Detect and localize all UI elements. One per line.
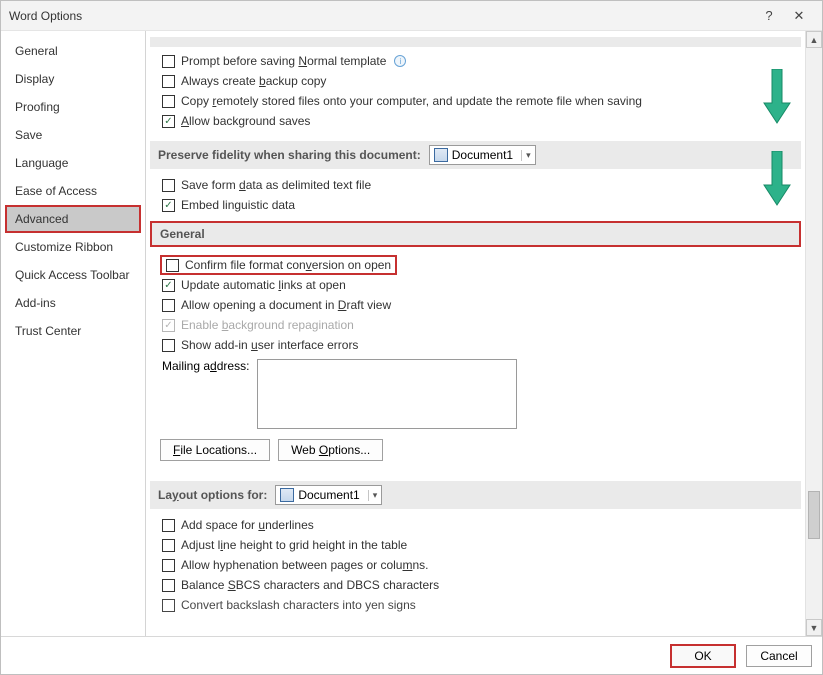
scroll-down-icon[interactable]: ▼ <box>806 619 822 636</box>
scroll-thumb[interactable] <box>808 491 820 539</box>
sidebar-item-trust-center[interactable]: Trust Center <box>5 317 141 345</box>
opt-bg-repagination: ✓ Enable background repagination <box>150 315 801 335</box>
opt-label: Show add-in user interface errors <box>181 338 358 352</box>
opt-update-links[interactable]: ✓ Update automatic links at open <box>150 275 801 295</box>
checkbox-icon[interactable] <box>166 259 179 272</box>
opt-bg-saves[interactable]: ✓ Allow background saves <box>150 111 801 131</box>
opt-label: Add space for underlines <box>181 518 314 532</box>
opt-balance-sbcs[interactable]: Balance SBCS characters and DBCS charact… <box>150 575 801 595</box>
web-options-button[interactable]: Web Options... <box>278 439 383 461</box>
opt-prompt-normal[interactable]: Prompt before saving Normal template i <box>150 51 801 71</box>
sidebar-item-advanced[interactable]: Advanced <box>5 205 141 233</box>
preserve-label: Preserve fidelity when sharing this docu… <box>158 148 421 162</box>
sidebar-item-general[interactable]: General <box>5 37 141 65</box>
opt-embed-ling[interactable]: ✓ Embed linguistic data <box>150 195 801 215</box>
chevron-down-icon: ▾ <box>521 150 531 161</box>
sidebar-item-quick-access-toolbar[interactable]: Quick Access Toolbar <box>5 261 141 289</box>
window-title: Word Options <box>9 9 754 23</box>
opt-label: Convert backslash characters into yen si… <box>181 598 416 612</box>
opt-label: Save form data as delimited text file <box>181 178 371 192</box>
checkbox-icon[interactable] <box>162 95 175 108</box>
sidebar-item-save[interactable]: Save <box>5 121 141 149</box>
opt-addin-errors[interactable]: Show add-in user interface errors <box>150 335 801 355</box>
opt-label: Enable background repagination <box>181 318 354 332</box>
checkbox-icon[interactable]: ✓ <box>162 199 175 212</box>
mailing-label: Mailing address: <box>162 359 249 373</box>
sidebar-item-language[interactable]: Language <box>5 149 141 177</box>
help-icon[interactable]: ? <box>754 8 784 23</box>
checkbox-icon[interactable] <box>162 579 175 592</box>
opt-label: Confirm file format conversion on open <box>185 258 391 272</box>
section-layout-options: Layout options for: Document1 ▾ <box>150 481 801 509</box>
dialog-footer: OK Cancel <box>1 636 822 674</box>
checkbox-icon[interactable] <box>162 55 175 68</box>
section-general: General <box>150 221 801 247</box>
opt-label: Allow hyphenation between pages or colum… <box>181 558 429 572</box>
scroll-up-icon[interactable]: ▲ <box>806 31 822 48</box>
cancel-button[interactable]: Cancel <box>746 645 812 667</box>
close-icon[interactable]: ✕ <box>784 8 814 24</box>
sidebar-item-customize-ribbon[interactable]: Customize Ribbon <box>5 233 141 261</box>
document-icon <box>280 488 294 502</box>
opt-label: Always create backup copy <box>181 74 326 88</box>
opt-label: Allow opening a document in Draft view <box>181 298 391 312</box>
checkbox-icon[interactable] <box>162 539 175 552</box>
annotation-arrow-icon <box>762 69 792 125</box>
checkbox-icon[interactable] <box>162 299 175 312</box>
sidebar-item-ease-of-access[interactable]: Ease of Access <box>5 177 141 205</box>
checkbox-icon[interactable] <box>162 519 175 532</box>
opt-copy-remote[interactable]: Copy remotely stored files onto your com… <box>150 91 801 111</box>
opt-allow-hyphenation[interactable]: Allow hyphenation between pages or colum… <box>150 555 801 575</box>
section-preserve-fidelity: Preserve fidelity when sharing this docu… <box>150 141 801 169</box>
opt-label: Allow background saves <box>181 114 310 128</box>
opt-label: Update automatic links at open <box>181 278 346 292</box>
sidebar-item-proofing[interactable]: Proofing <box>5 93 141 121</box>
layout-doc-dropdown[interactable]: Document1 ▾ <box>275 485 382 505</box>
opt-label: Prompt before saving Normal template <box>181 54 386 68</box>
checkbox-icon[interactable]: ✓ <box>162 115 175 128</box>
content-area: Prompt before saving Normal template i A… <box>146 31 805 636</box>
opt-confirm-conversion[interactable]: Confirm file format conversion on open <box>160 255 397 275</box>
scrollbar[interactable]: ▲ ▼ <box>805 31 822 636</box>
sidebar-item-display[interactable]: Display <box>5 65 141 93</box>
mailing-address-row: Mailing address: <box>150 355 801 433</box>
info-icon[interactable]: i <box>394 55 406 67</box>
checkbox-icon[interactable] <box>162 179 175 192</box>
sidebar: General Display Proofing Save Language E… <box>1 31 146 636</box>
checkbox-icon: ✓ <box>162 319 175 332</box>
checkbox-icon[interactable] <box>162 559 175 572</box>
file-locations-button[interactable]: File Locations... <box>160 439 270 461</box>
section-bar-top <box>150 37 801 47</box>
checkbox-icon[interactable] <box>162 75 175 88</box>
layout-label: Layout options for: <box>158 488 267 502</box>
annotation-arrow-icon <box>762 151 792 207</box>
opt-draft-view[interactable]: Allow opening a document in Draft view <box>150 295 801 315</box>
opt-label: Embed linguistic data <box>181 198 295 212</box>
chevron-down-icon: ▾ <box>368 490 378 501</box>
ok-button[interactable]: OK <box>670 644 736 668</box>
document-icon <box>434 148 448 162</box>
mailing-address-textarea[interactable] <box>257 359 517 429</box>
title-bar: Word Options ? ✕ <box>1 1 822 31</box>
opt-label: Copy remotely stored files onto your com… <box>181 94 642 108</box>
opt-label: Balance SBCS characters and DBCS charact… <box>181 578 439 592</box>
preserve-doc-dropdown[interactable]: Document1 ▾ <box>429 145 536 165</box>
opt-adjust-line-height[interactable]: Adjust line height to grid height in the… <box>150 535 801 555</box>
sidebar-item-add-ins[interactable]: Add-ins <box>5 289 141 317</box>
opt-convert-yen[interactable]: Convert backslash characters into yen si… <box>150 595 801 615</box>
dropdown-value: Document1 <box>452 148 513 162</box>
opt-backup-copy[interactable]: Always create backup copy <box>150 71 801 91</box>
checkbox-icon[interactable] <box>162 339 175 352</box>
opt-save-form-data[interactable]: Save form data as delimited text file <box>150 175 801 195</box>
dropdown-value: Document1 <box>298 488 359 502</box>
checkbox-icon[interactable]: ✓ <box>162 279 175 292</box>
opt-label: Adjust line height to grid height in the… <box>181 538 407 552</box>
checkbox-icon[interactable] <box>162 599 175 612</box>
opt-space-underlines[interactable]: Add space for underlines <box>150 515 801 535</box>
